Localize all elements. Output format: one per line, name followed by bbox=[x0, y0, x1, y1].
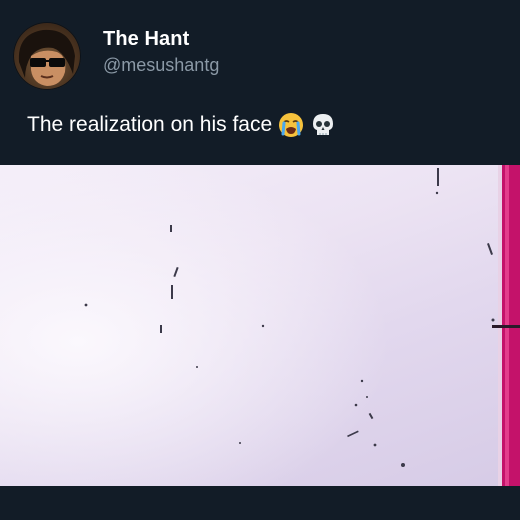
loudly-crying-face-icon bbox=[278, 112, 304, 138]
avatar[interactable] bbox=[13, 22, 81, 90]
display-name[interactable]: The Hant bbox=[103, 28, 189, 51]
skull-icon bbox=[310, 112, 336, 138]
media-frame bbox=[0, 165, 520, 486]
tweet-header: The Hant @mesushantg The realization on … bbox=[0, 0, 520, 165]
bottom-bar bbox=[0, 486, 520, 520]
tweet-media-video[interactable] bbox=[0, 165, 520, 486]
tweet-text: The realization on his face bbox=[27, 113, 273, 136]
user-handle[interactable]: @mesushantg bbox=[103, 55, 219, 76]
avatar-image bbox=[18, 29, 75, 86]
tweet-text-line: The realization on his face bbox=[27, 112, 336, 138]
